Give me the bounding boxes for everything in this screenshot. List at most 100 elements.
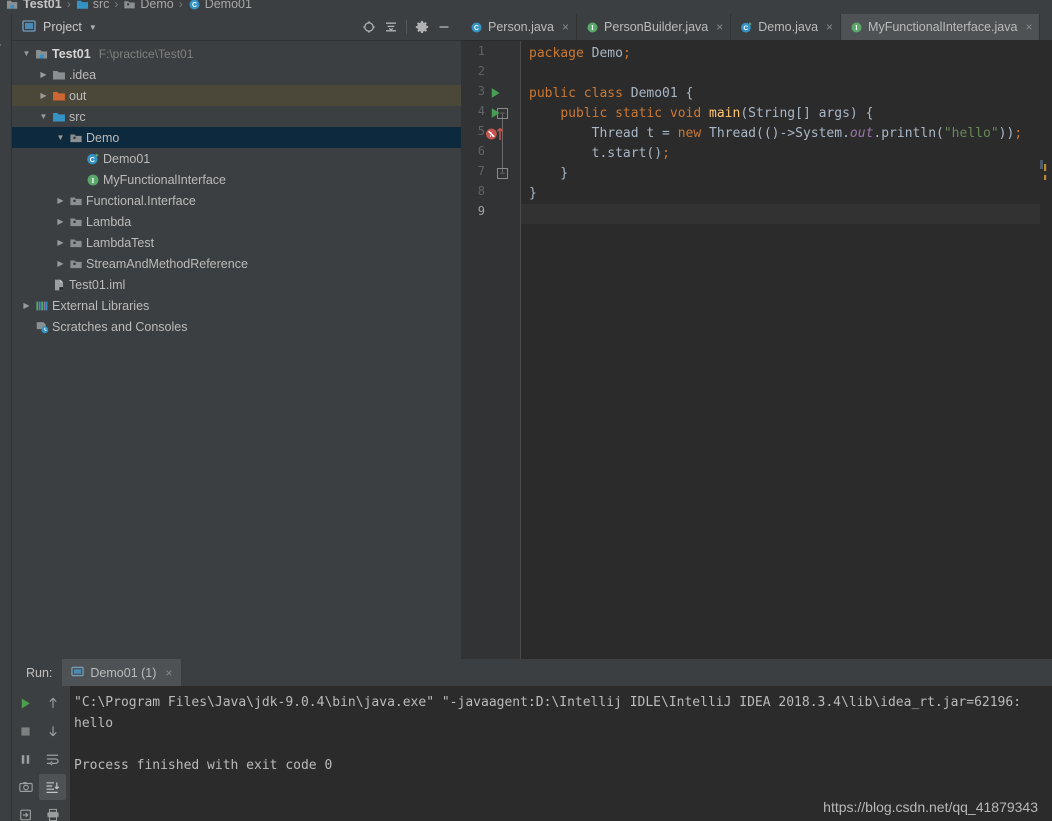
pause-icon[interactable] [12,746,39,772]
tree-node-src[interactable]: ▼ src [12,106,461,127]
chevron-right-icon[interactable]: ▶ [71,175,84,184]
locate-icon[interactable] [358,16,380,38]
chevron-down-icon[interactable]: ▼ [54,133,67,142]
screenshot-icon[interactable] [12,774,39,800]
project-panel-title: Project [43,20,82,34]
svg-text:I: I [855,25,858,32]
code-token: } [529,166,569,181]
tree-node-myfunctionalinterface[interactable]: ▶ I MyFunctionalInterface [12,169,461,190]
run-tab-demo01[interactable]: Demo01 (1) × [62,659,182,686]
project-panel-header: Project ▼ [12,14,461,41]
line-number: 8 [477,184,485,198]
tree-node-lambdatest[interactable]: ▶ LambdaTest [12,232,461,253]
breadcrumb-item-demo[interactable]: Demo [123,0,174,14]
down-arrow-icon[interactable] [39,718,66,744]
close-icon[interactable]: × [165,666,172,680]
package-icon [67,215,84,229]
tree-node-external-libraries[interactable]: ▶ External Libraries [12,295,461,316]
chevron-right-icon[interactable]: ▶ [54,238,67,247]
tree-node-out[interactable]: ▶ out [12,85,461,106]
tree-node-demo01[interactable]: ▶ C Demo01 [12,148,461,169]
module-icon [6,0,19,11]
chevron-right-icon[interactable]: ▶ [54,259,67,268]
tree-node-functional-interface[interactable]: ▶ Functional.Interface [12,190,461,211]
console-line: Process finished with exit code 0 [74,758,333,773]
print-icon[interactable] [39,802,66,821]
breadcrumb-item-src[interactable]: src [76,0,109,14]
chevron-right-icon[interactable]: ▶ [37,91,50,100]
editor-tab-label: Demo.java [758,20,819,34]
editor-tab-personbuilder-java[interactable]: I PersonBuilder.java × [577,14,732,40]
chevron-right-icon[interactable]: ▶ [54,196,67,205]
tree-node-path: F:\practice\Test01 [98,46,194,61]
tree-node-streamandmethodreference[interactable]: ▶ StreamAndMethodReference [12,253,461,274]
fold-toggle-icon[interactable]: − [497,168,508,179]
gear-icon[interactable] [411,16,433,38]
tree-node-lambda[interactable]: ▶ Lambda [12,211,461,232]
code-content[interactable]: package Demo; public class Demo01 { publi… [521,41,1052,659]
close-icon[interactable]: × [1025,20,1032,34]
minimize-icon[interactable] [433,16,455,38]
code-token: (String[] args) { [740,106,874,121]
tool-window-button-project[interactable]: 1: Project [0,16,1,76]
breadcrumb-separator: › [66,0,71,11]
lambda-error-icon[interactable]: λ [485,126,507,145]
line-number: 3 [477,84,485,98]
soft-wrap-icon[interactable] [39,746,66,772]
chevron-right-icon[interactable]: ▶ [37,280,50,289]
tree-node-test01-iml[interactable]: ▶ Test01.iml [12,274,461,295]
chevron-down-icon[interactable]: ▼ [20,49,33,58]
marker-bar[interactable] [1040,68,1052,686]
stop-icon[interactable] [12,718,39,744]
watermark-text: https://blog.csdn.net/qq_41879343 [823,799,1038,815]
tree-node-label: Test01.iml [69,277,126,292]
code-line: } [529,164,568,184]
breadcrumb-item-test01[interactable]: Test01 [6,0,62,14]
rerun-icon[interactable] [12,690,39,716]
editor-tab-bar: C Person.java × I PersonBuilder.java × C Demo.j… [461,14,1052,41]
tree-node-demo[interactable]: ▼ Demo [12,127,461,148]
tree-node-scratches-and-consoles[interactable]: ▶ Scratches and Consoles [12,316,461,337]
runnable-class-icon: C [740,21,753,34]
code-line: } [529,184,537,204]
code-token: Thread t = [529,126,678,141]
tool-window-button-structure[interactable]: 7: Structure [0,704,1,774]
chevron-down-icon[interactable]: ▼ [89,23,97,32]
tree-node-label: .idea [69,67,97,82]
run-class-icon[interactable] [489,86,502,103]
export-icon[interactable] [12,802,39,821]
tree-node-test01[interactable]: ▼ Test01 F:\practice\Test01 [12,43,461,64]
left-tool-strip: 1: Project 7: Structure [0,14,12,821]
close-icon[interactable]: × [562,20,569,34]
code-editor[interactable]: 1 2 3 4 5 6 7 8 9− − λ package Demo; public class … [461,41,1052,686]
chevron-right-icon[interactable]: ▶ [20,301,33,310]
editor-tab-demo-java[interactable]: C Demo.java × [731,14,842,40]
collapse-all-icon[interactable] [380,16,402,38]
editor-tab-person-java[interactable]: C Person.java × [461,14,578,40]
package-icon [123,0,136,11]
close-icon[interactable]: × [826,20,833,34]
chevron-right-icon[interactable]: ▶ [37,70,50,79]
breadcrumb-item-demo01[interactable]: C Demo01 [188,0,252,14]
tree-node-label: Functional.Interface [86,193,196,208]
chevron-down-icon[interactable]: ▼ [37,112,50,121]
console-line: "C:\Program Files\Java\jdk-9.0.4\bin\jav… [74,695,1022,710]
toolbar-divider [406,20,407,34]
code-token: Demo01 [630,86,678,101]
svg-text:C: C [744,25,749,32]
editor-gutter[interactable]: 1 2 3 4 5 6 7 8 9− − λ [461,41,521,659]
source-folder-icon [76,0,89,11]
editor-tab-myfunctionalinterface-java[interactable]: I MyFunctionalInterface.java × [841,14,1041,40]
up-arrow-icon[interactable] [39,690,66,716]
chevron-right-icon[interactable]: ▶ [71,154,84,163]
chevron-right-icon[interactable]: ▶ [54,217,67,226]
code-token: .println( [873,126,944,141]
code-token: Thread(()->System. [709,126,850,141]
tree-node--idea[interactable]: ▶ .idea [12,64,461,85]
chevron-right-icon[interactable]: ▶ [20,322,33,331]
close-icon[interactable]: × [716,20,723,34]
run-method-icon[interactable] [489,106,502,123]
scroll-to-end-icon[interactable] [39,774,66,800]
